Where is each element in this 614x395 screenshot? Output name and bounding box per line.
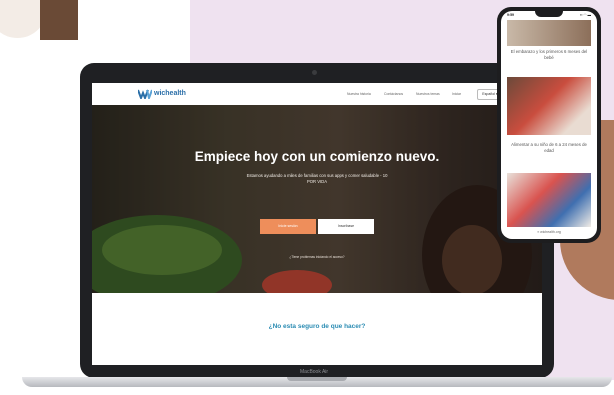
laptop-brand: MacBook Air: [300, 369, 329, 375]
logo-icon: [138, 89, 152, 99]
section-question: ¿No esta seguro de que hacer?: [268, 323, 366, 330]
card2-caption[interactable]: Alimentar a su niño de 6 a 24 meses de e…: [507, 142, 591, 154]
phone-footer-url: ≡ wichealth.org: [537, 230, 561, 234]
camera-dot: [312, 70, 317, 75]
laptop-screen: wichealth Nuestra historia Contáctanos N…: [92, 83, 542, 365]
nav-link-contact[interactable]: Contáctanos: [384, 92, 403, 96]
hero-section: Empiece hoy con un comienzo nuevo. Estam…: [92, 105, 542, 293]
corner-photo: [0, 0, 80, 40]
nav-link-login[interactable]: Iniciar: [452, 92, 461, 96]
phone-status-icons: ▪▪ ◠ ▬: [580, 13, 591, 17]
phone-time: 9:59: [507, 13, 515, 17]
access-help-link[interactable]: ¿Tiene problemas iniciando el acceso?: [242, 255, 392, 259]
hero-title: Empiece hoy con un comienzo nuevo.: [194, 149, 440, 164]
laptop-lip: [287, 377, 347, 381]
phone: 9:59 ▪▪ ◠ ▬ El embarazo y los primeros 6…: [497, 7, 601, 243]
nav-link-topics[interactable]: Nuestros temas: [416, 92, 440, 96]
phone-notch: [535, 11, 563, 17]
login-button[interactable]: Inicie sesión: [260, 219, 316, 234]
signup-button[interactable]: Inscríbase: [318, 219, 374, 234]
nav-link-history[interactable]: Nuestra historia: [347, 92, 371, 96]
card1-caption[interactable]: El embarazo y los primeros 6 meses del b…: [507, 49, 591, 61]
card1-image: [507, 20, 591, 46]
card2-image: [507, 77, 591, 135]
logo-text[interactable]: wichealth: [154, 90, 186, 97]
laptop: wichealth Nuestra historia Contáctanos N…: [80, 63, 554, 378]
site-navbar: wichealth Nuestra historia Contáctanos N…: [92, 83, 542, 105]
phone-screen: 9:59 ▪▪ ◠ ▬ El embarazo y los primeros 6…: [501, 11, 597, 239]
hero-subtitle: Estamos ayudando a miles de familias con…: [246, 173, 388, 184]
card3-image: [507, 173, 591, 227]
